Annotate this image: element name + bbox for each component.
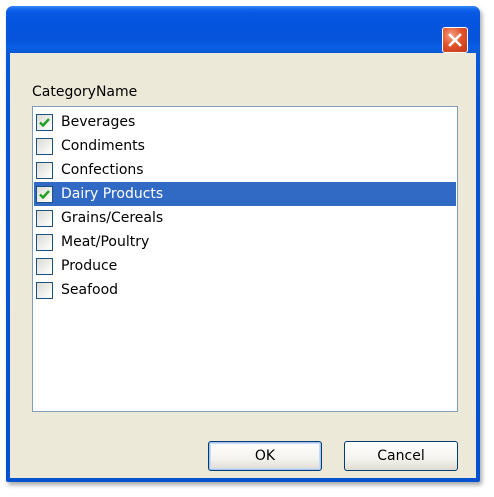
checkbox[interactable] xyxy=(36,161,53,179)
item-label: Grains/Cereals xyxy=(61,210,164,226)
item-label: Produce xyxy=(61,258,118,274)
checkbox[interactable] xyxy=(36,233,53,251)
checkbox[interactable] xyxy=(36,113,53,131)
checkmark-icon xyxy=(39,189,50,199)
list-item-condiments[interactable]: Condiments xyxy=(34,134,456,158)
cancel-button[interactable]: Cancel xyxy=(344,441,458,471)
category-checklist[interactable]: Beverages Condiments Confections Dairy P… xyxy=(32,106,458,412)
item-label: Dairy Products xyxy=(61,186,164,202)
list-caption: CategoryName xyxy=(32,84,138,100)
item-label: Condiments xyxy=(61,138,145,154)
close-icon xyxy=(448,33,462,47)
dialog-body: CategoryName Beverages Condiments Confec… xyxy=(10,53,476,478)
dialog-window: CategoryName Beverages Condiments Confec… xyxy=(6,6,480,482)
close-button[interactable] xyxy=(442,27,468,53)
item-label: Seafood xyxy=(61,282,119,298)
item-label: Meat/Poultry xyxy=(61,234,150,250)
checkbox[interactable] xyxy=(36,257,53,275)
checkbox[interactable] xyxy=(36,209,53,227)
title-bar[interactable] xyxy=(6,6,480,53)
checkbox[interactable] xyxy=(36,281,53,299)
checkmark-icon xyxy=(39,117,50,127)
item-label: Confections xyxy=(61,162,144,178)
checkbox[interactable] xyxy=(36,185,53,203)
ok-button[interactable]: OK xyxy=(208,441,322,471)
list-item-beverages[interactable]: Beverages xyxy=(34,110,456,134)
checkbox[interactable] xyxy=(36,137,53,155)
item-label: Beverages xyxy=(61,114,136,130)
list-item-produce[interactable]: Produce xyxy=(34,254,456,278)
list-item-confections[interactable]: Confections xyxy=(34,158,456,182)
list-item-meat-poultry[interactable]: Meat/Poultry xyxy=(34,230,456,254)
list-item-dairy-products[interactable]: Dairy Products xyxy=(34,182,456,206)
list-item-seafood[interactable]: Seafood xyxy=(34,278,456,302)
list-item-grains-cereals[interactable]: Grains/Cereals xyxy=(34,206,456,230)
